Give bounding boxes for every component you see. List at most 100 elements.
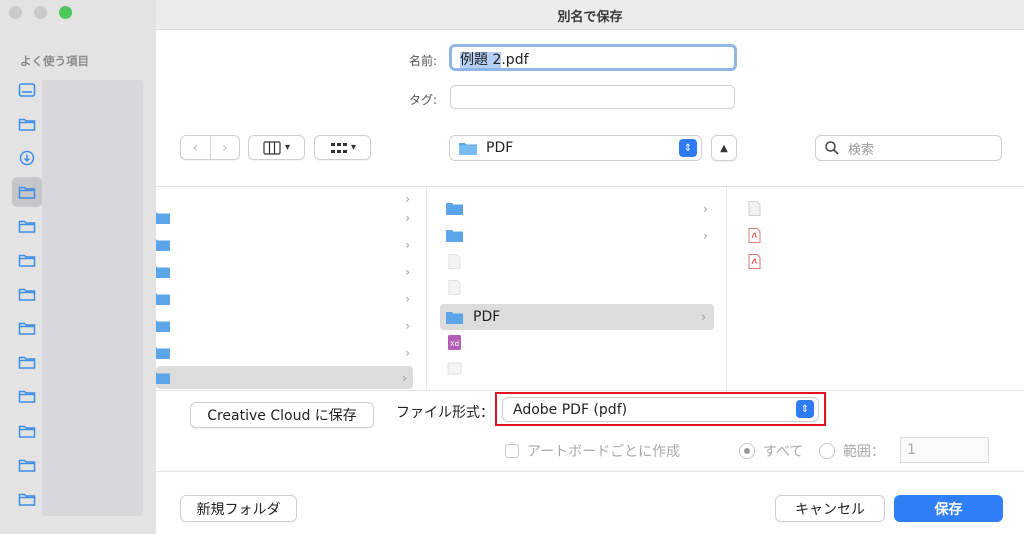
name-label: 名前: xyxy=(408,54,437,68)
sidebar-item-folder-9[interactable] xyxy=(12,416,42,446)
drive-icon xyxy=(18,83,36,97)
artboard-option: アートボードごとに作成 xyxy=(505,441,680,461)
sidebar-redacted-labels xyxy=(42,80,143,516)
chevron-up-icon: ▲ xyxy=(720,142,728,154)
artboard-checkbox[interactable] xyxy=(505,444,519,458)
chevron-right-icon[interactable]: › xyxy=(210,140,239,156)
list-item[interactable] xyxy=(746,250,1016,273)
all-label: すべて xyxy=(763,444,804,460)
close-window-button[interactable] xyxy=(9,6,22,19)
search-field[interactable]: 検索 xyxy=(815,135,1002,161)
all-radio[interactable] xyxy=(739,443,755,459)
folder-icon xyxy=(18,322,36,335)
file-icon xyxy=(748,201,761,216)
range-input[interactable]: 1 xyxy=(900,437,989,463)
sidebar-item-folder-5[interactable] xyxy=(12,279,42,309)
filename-input[interactable]: 例題 2.pdf xyxy=(449,44,737,71)
tag-input[interactable] xyxy=(450,85,735,109)
list-item[interactable]: › xyxy=(156,260,418,283)
folder-icon xyxy=(18,356,36,369)
view-mode-button[interactable]: ▾ xyxy=(248,135,305,160)
sidebar-item-folder-11[interactable] xyxy=(12,484,42,514)
folder-icon xyxy=(156,293,170,305)
folder-icon xyxy=(18,493,36,506)
sidebar-item-folder-4[interactable] xyxy=(12,245,42,275)
list-item-pdf-folder[interactable]: PDF › xyxy=(440,304,714,330)
list-item[interactable]: › xyxy=(156,206,418,229)
zoom-window-button[interactable] xyxy=(59,6,72,19)
list-item[interactable] xyxy=(746,197,1016,220)
filename-selected-text: 例題 2 xyxy=(460,52,502,68)
dialog-title: 別名で保存 xyxy=(557,10,623,25)
title-bar: 別名で保存 xyxy=(156,0,1024,30)
range-label: 範囲： xyxy=(843,444,885,460)
list-item[interactable]: › xyxy=(156,341,418,364)
artboard-label: アートボードごとに作成 xyxy=(527,444,681,460)
save-to-creative-cloud-button[interactable]: Creative Cloud に保存 xyxy=(190,402,374,428)
search-icon xyxy=(825,141,839,155)
chevron-left-icon[interactable]: ‹ xyxy=(181,140,210,156)
search-placeholder: 検索 xyxy=(848,142,875,158)
new-folder-button[interactable]: 新規フォルダ xyxy=(180,495,297,522)
location-popup[interactable]: PDF ⇕ xyxy=(449,135,702,161)
collapse-button[interactable]: ▲ xyxy=(711,135,737,161)
chevron-down-icon: ▾ xyxy=(284,142,291,153)
updown-icon: ⇕ xyxy=(796,400,814,418)
file-icon xyxy=(448,254,461,269)
chevron-down-icon: ▾ xyxy=(350,142,357,153)
folder-icon xyxy=(18,254,36,267)
tag-label: タグ: xyxy=(408,93,437,107)
list-item[interactable] xyxy=(446,250,716,273)
xd-file-icon: Xd xyxy=(448,335,461,350)
range-option: 範囲： xyxy=(819,441,885,461)
list-item[interactable]: › xyxy=(446,224,716,247)
sidebar-item-folder-3[interactable] xyxy=(12,211,42,241)
range-radio[interactable] xyxy=(819,443,835,459)
sidebar: よく使う項目 xyxy=(0,0,156,534)
list-item[interactable] xyxy=(446,357,716,380)
list-item[interactable]: › xyxy=(156,233,418,256)
list-item-selected[interactable]: › xyxy=(156,366,413,389)
list-item[interactable]: › xyxy=(156,314,418,337)
sidebar-item-folder-6[interactable] xyxy=(12,313,42,343)
folder-icon xyxy=(18,220,36,233)
folder-icon xyxy=(156,372,170,384)
folder-icon xyxy=(18,118,36,131)
sidebar-item-folder-1[interactable] xyxy=(12,109,42,139)
file-icon xyxy=(447,362,462,375)
pdf-file-icon xyxy=(748,228,761,243)
list-item[interactable]: Xd xyxy=(446,331,716,354)
updown-icon: ⇕ xyxy=(679,139,697,157)
folder-icon xyxy=(446,203,463,215)
list-item[interactable]: › xyxy=(446,197,716,220)
column-browser: › › › › › › › › › › PDF › Xd xyxy=(156,186,1024,391)
list-item[interactable] xyxy=(446,276,716,299)
file-format-value: Adobe PDF (pdf) xyxy=(513,401,628,418)
save-button[interactable]: 保存 xyxy=(894,495,1003,522)
columns-view-icon xyxy=(263,140,281,155)
sidebar-item-drive[interactable] xyxy=(12,75,42,105)
file-format-select[interactable]: Adobe PDF (pdf) ⇕ xyxy=(502,397,819,422)
history-nav: ‹ › xyxy=(180,135,240,160)
sidebar-item-downloads[interactable] xyxy=(12,143,42,173)
folder-icon xyxy=(18,390,36,403)
folder-icon xyxy=(18,425,36,438)
list-item[interactable]: › xyxy=(156,287,418,310)
folder-icon xyxy=(18,186,36,199)
sidebar-item-folder-10[interactable] xyxy=(12,450,42,480)
minimize-window-button[interactable] xyxy=(34,6,47,19)
folder-icon xyxy=(446,311,463,324)
list-item[interactable] xyxy=(746,224,1016,247)
folder-icon xyxy=(446,230,463,242)
folder-icon xyxy=(156,212,170,224)
folder-icon xyxy=(18,288,36,301)
sidebar-item-folder-8[interactable] xyxy=(12,381,42,411)
cancel-button[interactable]: キャンセル xyxy=(775,495,885,522)
pdf-folder-label: PDF xyxy=(473,309,501,325)
folder-icon xyxy=(156,347,170,359)
sidebar-item-folder-7[interactable] xyxy=(12,347,42,377)
download-icon xyxy=(19,150,35,166)
sidebar-item-folder-selected[interactable] xyxy=(12,177,42,207)
favorites-heading: よく使う項目 xyxy=(20,54,89,68)
group-button[interactable]: ▾ xyxy=(314,135,371,160)
